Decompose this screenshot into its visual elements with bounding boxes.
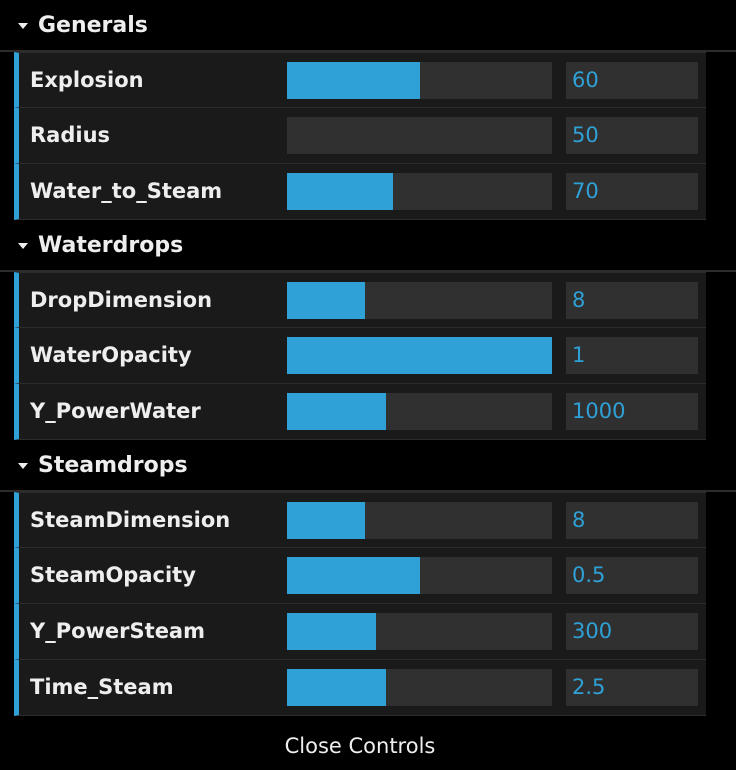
folder-title-generals[interactable]: Generals bbox=[0, 0, 736, 52]
explosion-slider[interactable] bbox=[287, 62, 552, 99]
folder-title-label: Waterdrops bbox=[38, 233, 184, 258]
slider-fill bbox=[287, 62, 420, 99]
y-power-water-slider[interactable] bbox=[287, 393, 552, 430]
water-to-steam-slider[interactable] bbox=[287, 173, 552, 210]
control-label: SteamDimension bbox=[30, 508, 231, 532]
steam-opacity-slider[interactable] bbox=[287, 557, 552, 594]
control-row-radius: Radius bbox=[14, 108, 706, 164]
slider-fill bbox=[287, 669, 387, 706]
slider-fill bbox=[287, 502, 366, 539]
control-label: Time_Steam bbox=[30, 675, 174, 699]
slider-fill bbox=[287, 393, 387, 430]
control-row-explosion: Explosion bbox=[14, 52, 706, 108]
time-steam-slider[interactable] bbox=[287, 669, 552, 706]
control-label: Radius bbox=[30, 123, 111, 147]
control-row-time-steam: Time_Steam bbox=[14, 660, 706, 716]
control-row-water-opacity: WaterOpacity bbox=[14, 328, 706, 384]
control-label: SteamOpacity bbox=[30, 563, 196, 587]
folder-generals: Generals Explosion Radius Water_to_Steam bbox=[0, 0, 736, 220]
control-label: Y_PowerWater bbox=[30, 399, 201, 423]
y-power-steam-input[interactable] bbox=[566, 613, 698, 650]
controls-panel: Generals Explosion Radius Water_to_Steam bbox=[0, 0, 736, 770]
folder-waterdrops: Waterdrops DropDimension WaterOpacity Y_… bbox=[0, 220, 736, 440]
control-row-drop-dimension: DropDimension bbox=[14, 272, 706, 328]
y-power-steam-slider[interactable] bbox=[287, 613, 552, 650]
control-row-steam-opacity: SteamOpacity bbox=[14, 548, 706, 604]
slider-fill bbox=[287, 173, 393, 210]
folder-steamdrops: Steamdrops SteamDimension SteamOpacity Y… bbox=[0, 440, 736, 716]
steam-opacity-input[interactable] bbox=[566, 557, 698, 594]
water-opacity-slider[interactable] bbox=[287, 337, 552, 374]
folder-controls: DropDimension WaterOpacity Y_PowerWater bbox=[14, 272, 706, 440]
triangle-down-icon bbox=[18, 23, 28, 29]
steam-dimension-input[interactable] bbox=[566, 502, 698, 539]
slider-fill bbox=[287, 557, 420, 594]
close-controls-button[interactable]: Close Controls bbox=[14, 727, 706, 765]
slider-fill bbox=[287, 337, 552, 374]
control-row-y-power-water: Y_PowerWater bbox=[14, 384, 706, 440]
folder-title-waterdrops[interactable]: Waterdrops bbox=[0, 220, 736, 272]
slider-fill bbox=[287, 282, 366, 319]
radius-input[interactable] bbox=[566, 117, 698, 154]
time-steam-input[interactable] bbox=[566, 669, 698, 706]
folder-title-steamdrops[interactable]: Steamdrops bbox=[0, 440, 736, 492]
drop-dimension-slider[interactable] bbox=[287, 282, 552, 319]
control-row-y-power-steam: Y_PowerSteam bbox=[14, 604, 706, 660]
y-power-water-input[interactable] bbox=[566, 393, 698, 430]
triangle-down-icon bbox=[18, 463, 28, 469]
radius-slider[interactable] bbox=[287, 117, 552, 154]
control-label: Explosion bbox=[30, 68, 144, 92]
folder-controls: SteamDimension SteamOpacity Y_PowerSteam… bbox=[14, 492, 706, 716]
control-row-water-to-steam: Water_to_Steam bbox=[14, 164, 706, 220]
control-label: WaterOpacity bbox=[30, 343, 192, 367]
steam-dimension-slider[interactable] bbox=[287, 502, 552, 539]
folder-title-label: Generals bbox=[38, 13, 148, 38]
drop-dimension-input[interactable] bbox=[566, 282, 698, 319]
triangle-down-icon bbox=[18, 243, 28, 249]
folder-title-label: Steamdrops bbox=[38, 453, 188, 478]
control-label: Y_PowerSteam bbox=[30, 619, 205, 643]
control-label: DropDimension bbox=[30, 288, 213, 312]
control-label: Water_to_Steam bbox=[30, 179, 223, 203]
control-row-steam-dimension: SteamDimension bbox=[14, 492, 706, 548]
explosion-input[interactable] bbox=[566, 62, 698, 99]
folder-controls: Explosion Radius Water_to_Steam bbox=[14, 52, 706, 220]
slider-fill bbox=[287, 613, 376, 650]
water-to-steam-input[interactable] bbox=[566, 173, 698, 210]
water-opacity-input[interactable] bbox=[566, 337, 698, 374]
